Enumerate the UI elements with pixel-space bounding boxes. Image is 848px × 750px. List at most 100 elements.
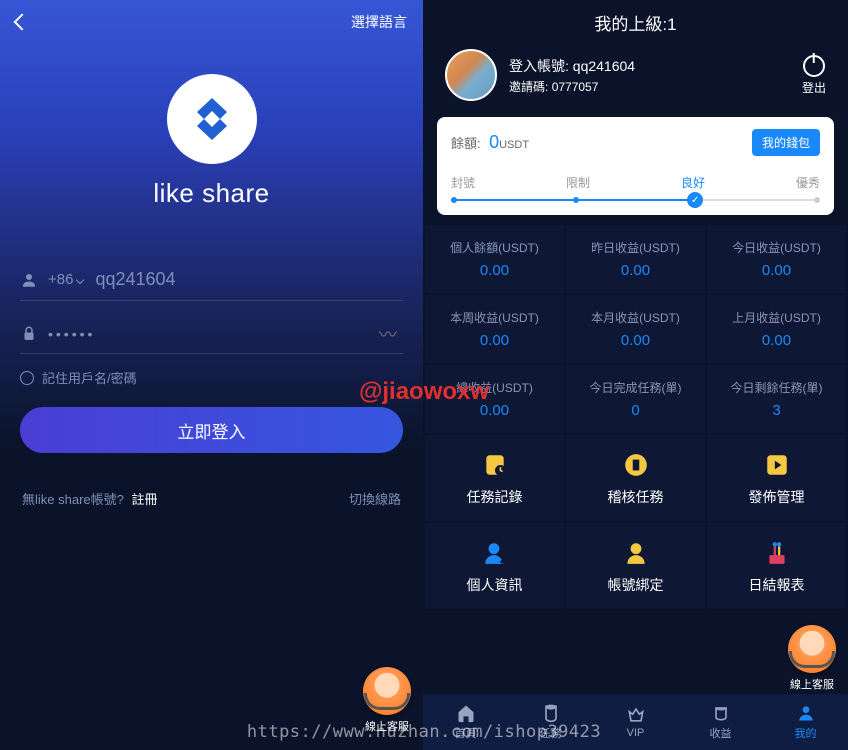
stat-cell[interactable]: 上月收益(USDT) 0.00 [707, 295, 846, 363]
country-code[interactable]: +86 [48, 271, 73, 288]
task-record-icon [481, 451, 509, 479]
login-form: +86 •••••• 〰 記住用戶名/密碼 立即登入 [0, 259, 423, 453]
action-publish[interactable]: 發佈管理 [707, 435, 846, 521]
report-icon [763, 539, 791, 567]
stat-cell[interactable]: 昨日收益(USDT) 0.00 [566, 225, 705, 293]
url-watermark: https://www.huzhan.com/ishop39423 [247, 722, 601, 742]
status-good: 良好 [681, 174, 705, 191]
nav-label: 收益 [710, 725, 732, 741]
stat-label: 上月收益(USDT) [711, 309, 842, 326]
nav-mine[interactable]: 我的 [763, 694, 848, 750]
nav-label: VIP [627, 727, 645, 739]
nav-label: 我的 [795, 725, 817, 741]
stat-label: 個人餘額(USDT) [429, 239, 560, 256]
username-input[interactable] [95, 269, 403, 290]
balance-value: 0 [489, 132, 499, 152]
stat-cell[interactable]: 今日完成任務(單)0 [566, 365, 705, 433]
stat-label: 本周收益(USDT) [429, 309, 560, 326]
balance-unit: USDT [499, 139, 529, 151]
nav-earnings[interactable]: 收益 [678, 694, 763, 750]
action-label: 帳號綁定 [570, 575, 701, 595]
remember-radio[interactable] [20, 371, 34, 385]
logo-section: like share [0, 74, 423, 209]
language-selector[interactable]: 選擇語言 [351, 12, 407, 32]
action-profile[interactable]: 個人資訊 [425, 523, 564, 609]
check-icon: ✓ [687, 192, 703, 208]
profile-panel: 我的上級:1 登入帳號: qq241604 邀請碼: 0777057 登出 餘額… [423, 0, 848, 750]
action-label: 個人資訊 [429, 575, 560, 595]
logo-icon [187, 94, 237, 144]
action-label: 發佈管理 [711, 487, 842, 507]
action-label: 任務記錄 [429, 487, 560, 507]
stat-label: 今日剩餘任務(單) [711, 379, 842, 396]
stat-value: 0.00 [570, 262, 701, 279]
stat-cell[interactable]: 今日剩餘任務(單) 3 [707, 365, 846, 433]
username-field[interactable]: +86 [20, 259, 403, 301]
chevron-down-icon[interactable] [76, 275, 84, 283]
stat-cell[interactable]: 本月收益(USDT) 0.00 [566, 295, 705, 363]
stat-value: 0.00 [429, 262, 560, 279]
logout-button[interactable]: 登出 [802, 55, 826, 96]
register-link[interactable]: 註冊 [132, 492, 158, 507]
mine-icon [796, 703, 816, 723]
action-bind[interactable]: 帳號綁定 [566, 523, 705, 609]
power-icon [803, 55, 825, 77]
bind-icon [622, 539, 650, 567]
stat-value: 0.00 [570, 332, 701, 349]
actions-grid-1: 任務記錄稽核任務發佈管理 [423, 435, 848, 521]
stat-label: 昨日收益(USDT) [570, 239, 701, 256]
balance-label: 餘額: [451, 136, 481, 151]
invite-code: 0777057 [552, 80, 599, 94]
user-info: 登入帳號: qq241604 邀請碼: 0777057 [509, 56, 802, 95]
support-icon [363, 667, 411, 715]
page-title: 我的上級:1 [423, 0, 848, 41]
wallet-card: 餘額: 0USDT 我的錢包 封號 限制 良好 優秀 ✓ [437, 117, 834, 215]
status-blocked: 封號 [451, 174, 475, 191]
task-icon [541, 703, 561, 723]
back-icon[interactable] [14, 14, 31, 31]
eye-closed-icon[interactable]: 〰 [379, 321, 397, 347]
publish-icon [763, 451, 791, 479]
stat-label: 本月收益(USDT) [570, 309, 701, 326]
action-label: 日結報表 [711, 575, 842, 595]
stat-cell[interactable]: 今日收益(USDT) 0.00 [707, 225, 846, 293]
profile-icon [481, 539, 509, 567]
wallet-button[interactable]: 我的錢包 [752, 129, 820, 156]
user-info-row: 登入帳號: qq241604 邀請碼: 0777057 登出 [423, 41, 848, 111]
stat-value: 0.00 [711, 332, 842, 349]
action-task-record[interactable]: 任務記錄 [425, 435, 564, 521]
password-dots: •••••• [48, 326, 95, 342]
nav-vip[interactable]: VIP [593, 694, 678, 750]
wallet-top: 餘額: 0USDT 我的錢包 [451, 129, 820, 156]
account-status-bar: 封號 限制 良好 優秀 ✓ [451, 174, 820, 201]
login-header: 選擇語言 [0, 0, 423, 44]
status-limited: 限制 [566, 174, 590, 191]
password-field[interactable]: •••••• 〰 [20, 315, 403, 354]
action-report[interactable]: 日結報表 [707, 523, 846, 609]
no-account-text: 無like share帳號? 註冊 [22, 489, 158, 508]
action-audit-task[interactable]: 稽核任務 [566, 435, 705, 521]
vip-icon [626, 705, 646, 725]
stat-cell[interactable]: 本周收益(USDT) 0.00 [425, 295, 564, 363]
login-button[interactable]: 立即登入 [20, 407, 403, 453]
stat-value: 3 [711, 402, 842, 419]
earnings-icon [711, 703, 731, 723]
support-label: 線上客服 [788, 676, 836, 692]
switch-line-link[interactable]: 切換線路 [349, 489, 401, 508]
stat-cell[interactable]: 個人餘額(USDT) 0.00 [425, 225, 564, 293]
stat-label: 今日完成任務(單) [570, 379, 701, 396]
actions-grid-2: 個人資訊帳號綁定日結報表 [423, 523, 848, 609]
login-footer: 無like share帳號? 註冊 切換線路 [0, 489, 423, 508]
stat-value: 0.00 [429, 332, 560, 349]
stat-label: 今日收益(USDT) [711, 239, 842, 256]
home-icon [456, 703, 476, 723]
audit-task-icon [622, 451, 650, 479]
lock-icon [20, 325, 38, 343]
remember-row[interactable]: 記住用戶名/密碼 [20, 368, 403, 387]
action-label: 稽核任務 [570, 487, 701, 507]
watermark: @jiaowoxw [359, 378, 489, 406]
remember-label: 記住用戶名/密碼 [42, 368, 137, 387]
support-button[interactable]: 線上客服 [788, 625, 836, 692]
avatar[interactable] [445, 49, 497, 101]
stat-value: 0.00 [711, 262, 842, 279]
